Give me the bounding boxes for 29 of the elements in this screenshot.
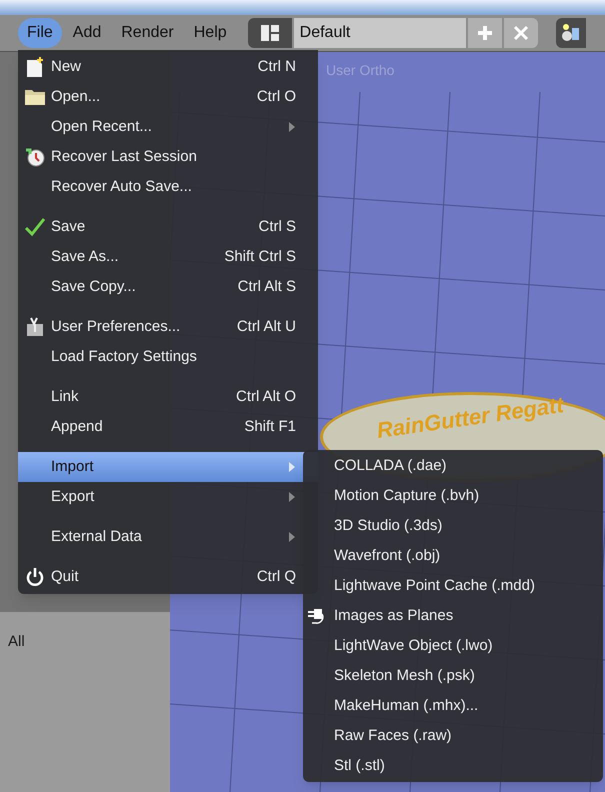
menu-item[interactable]: MakeHuman (.mhx)... [303,691,603,721]
menu-item[interactable]: Images as Planes [303,601,603,631]
menu-bar-item[interactable]: File [18,18,62,48]
menu-item[interactable]: Wavefront (.obj) [303,541,603,571]
menu-item[interactable]: User Preferences... Ctrl Alt U [18,312,318,342]
menu-item[interactable]: 3D Studio (.3ds) [303,511,603,541]
menu-item[interactable]: Raw Faces (.raw) [303,721,603,751]
menu-item[interactable]: Recover Last Session [18,142,318,172]
menu-item[interactable]: Save Ctrl S [18,212,318,242]
layout-field[interactable]: Default [294,18,466,48]
menu-item[interactable]: Motion Capture (.bvh) [303,481,603,511]
menu-bar-item[interactable]: Render [112,18,183,48]
menu-bar-item[interactable]: Add [64,18,110,48]
menu-item[interactable]: Append Shift F1 [18,412,318,442]
menu-item[interactable]: Save As... Shift Ctrl S [18,242,318,272]
menu-bar-item[interactable]: Help [184,18,236,48]
menu-item[interactable]: Skeleton Mesh (.psk) [303,661,603,691]
menu-item[interactable]: Save Copy... Ctrl Alt S [18,272,318,302]
panel-label: All [8,633,25,650]
menu-item[interactable]: Open... Ctrl O [18,82,318,112]
menu-item[interactable]: Link Ctrl Alt O [18,382,318,412]
menu-item[interactable]: New Ctrl N [18,52,318,82]
menu-item[interactable]: Open Recent... [18,112,318,142]
logo-text: RainGutter Regatt [374,391,566,445]
menu-item[interactable]: Load Factory Settings [18,342,318,372]
menu-item[interactable]: Recover Auto Save... [18,172,318,202]
menu-item[interactable]: Lightwave Point Cache (.mdd) [303,571,603,601]
menu-item[interactable]: Stl (.stl) [303,751,603,781]
menu-item[interactable]: LightWave Object (.lwo) [303,631,603,661]
